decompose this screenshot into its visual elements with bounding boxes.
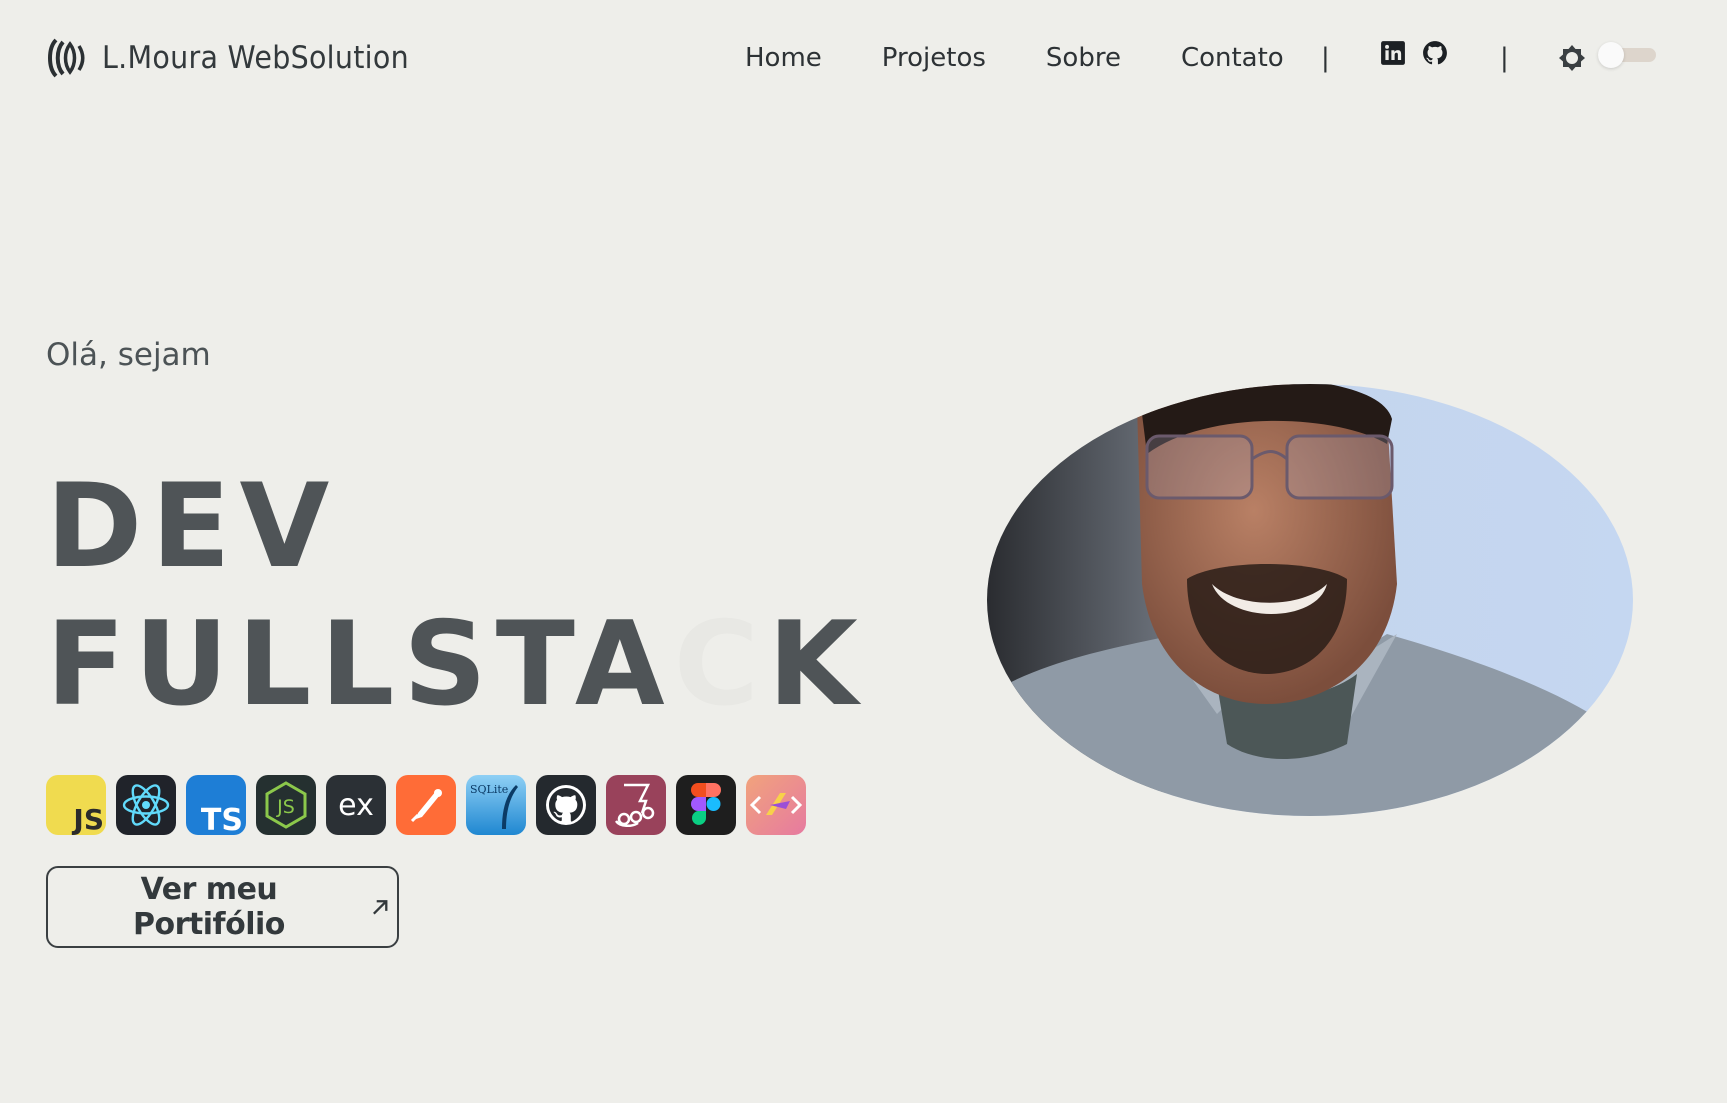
brand-name: L.Moura WebSolution (102, 40, 409, 76)
hero-greeting: Olá, sejam (46, 337, 211, 373)
svg-text:JS: JS (276, 796, 295, 818)
linkedin-icon[interactable] (1380, 40, 1406, 66)
sqlite-icon: SQLite (466, 775, 526, 835)
typescript-icon-label: TS (201, 803, 243, 835)
portfolio-button[interactable]: Ver meu Portifólio (46, 866, 399, 948)
typescript-icon: TS (186, 775, 246, 835)
title-line-2-c: K (767, 597, 867, 732)
nodejs-icon: JS (256, 775, 316, 835)
figma-icon (676, 775, 736, 835)
jest-icon (606, 775, 666, 835)
portfolio-button-label: Ver meu Portifólio (133, 872, 285, 942)
title-line-2-b: C (673, 597, 768, 732)
express-icon: ex (326, 775, 386, 835)
title-line-1: DEV (46, 459, 339, 594)
toggle-knob (1598, 42, 1624, 68)
javascript-icon: JS (46, 775, 106, 835)
nav-contato[interactable]: Contato (1181, 43, 1284, 73)
react-icon (116, 775, 176, 835)
sun-icon[interactable] (1558, 44, 1586, 72)
tech-stack: JS TS JS ex SQLite (46, 775, 806, 835)
main-nav: Home Projetos Sobre Contato (745, 40, 1284, 76)
social-links (1380, 40, 1448, 66)
brand-logo[interactable]: L.Moura WebSolution (46, 36, 436, 80)
nav-projetos[interactable]: Projetos (882, 43, 986, 73)
title-line-2-a: FULLSTA (46, 597, 674, 732)
arrow-up-right-icon (372, 900, 388, 915)
nav-separator: | (1321, 43, 1330, 73)
nav-separator: | (1500, 43, 1509, 73)
vite-icon (746, 775, 806, 835)
theme-toggle[interactable] (1598, 42, 1656, 68)
javascript-icon-label: JS (71, 803, 104, 835)
nav-sobre[interactable]: Sobre (1046, 43, 1121, 73)
hero-title: DEV FULLSTACK (46, 458, 867, 734)
nav-home[interactable]: Home (745, 43, 822, 73)
sqlite-icon-label: SQLite (470, 783, 508, 796)
github-icon[interactable] (1422, 40, 1448, 66)
logo-icon (48, 38, 85, 78)
postman-icon (396, 775, 456, 835)
express-icon-label: ex (338, 788, 374, 823)
profile-photo (987, 384, 1633, 816)
github-icon (536, 775, 596, 835)
